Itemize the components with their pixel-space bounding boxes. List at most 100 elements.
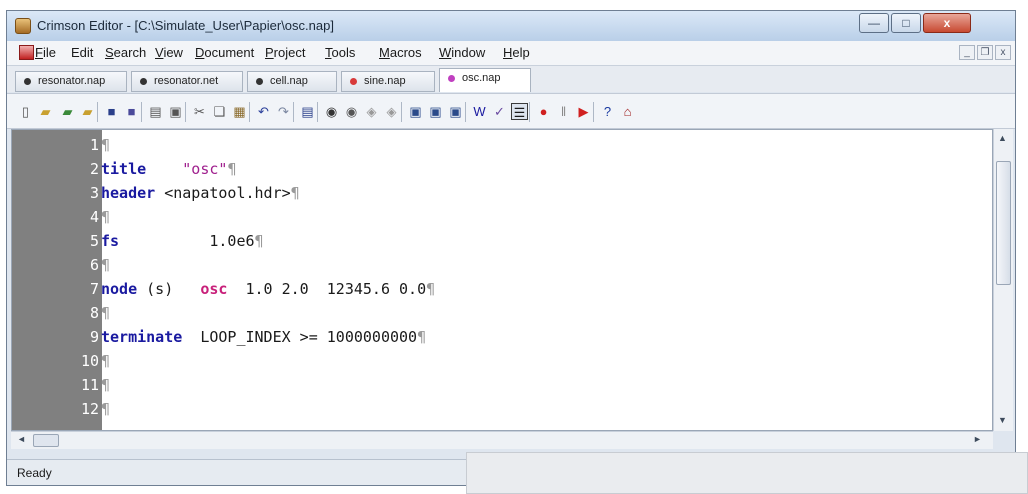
end-of-line-marker: ¶ (227, 160, 237, 178)
find-icon[interactable]: ◉ (323, 103, 340, 120)
main-toolbar: ▯ ▰ ▰ ▰ ■ ■ ▤ ▣ ✂ ❏ ▦ ↶ ↷ ▤ ◉ ◉ ◈ ◈ ▣ ▣ ▣ W ✓ ☰ ● ‖ ▶? ⌂ (7, 93, 1015, 129)
menu-item-window[interactable]: Window (439, 45, 485, 60)
line-number: 10 (80, 352, 99, 370)
keyword-token: header (101, 184, 156, 202)
replace-next-icon[interactable]: ◈ (383, 103, 400, 120)
play-macro-icon[interactable]: ▶ (575, 103, 592, 120)
menu-item-search[interactable]: Search (105, 45, 146, 60)
open-project-icon[interactable]: ▰ (79, 103, 96, 120)
crimson-editor-app-icon[interactable] (15, 18, 31, 34)
menu-item-file[interactable]: File (35, 45, 56, 60)
maximize-button[interactable]: □ (891, 13, 921, 33)
find-next-icon[interactable]: ◉ (343, 103, 360, 120)
new-file-icon[interactable]: ▯ (17, 103, 34, 120)
horizontal-scroll-thumb[interactable] (33, 434, 59, 447)
end-of-line-marker: ¶ (290, 184, 300, 202)
string-token: "osc" (182, 160, 228, 178)
code-line[interactable]: 5 fs 1.0e6¶ (12, 230, 912, 252)
mdi-close-button[interactable]: x (995, 45, 1011, 60)
undo-icon[interactable]: ↶ (255, 103, 272, 120)
code-line[interactable]: 6 ¶ (12, 254, 912, 276)
scroll-left-icon[interactable]: ◄ (17, 434, 26, 444)
code-line[interactable]: 12 ¶ (12, 398, 912, 420)
code-text: ¶ (101, 374, 110, 396)
tab-sine-nap[interactable]: sine.nap (341, 71, 435, 92)
save-all-icon[interactable]: ■ (123, 103, 140, 120)
end-of-line-marker: ¶ (101, 256, 111, 274)
vertical-scrollbar[interactable]: ▲ ▼ (993, 129, 1013, 431)
view-option2-icon[interactable]: ▣ (427, 103, 444, 120)
code-line[interactable]: 9 terminate LOOP_INDEX >= 1000000000¶ (12, 326, 912, 348)
tab-label: cell.nap (270, 75, 308, 87)
end-of-line-marker: ¶ (417, 328, 427, 346)
code-editor[interactable]: 1 ¶ 2 title "osc"¶ 3 header <napatool.hdr>¶ 4 ¶… (11, 129, 993, 431)
scroll-up-icon[interactable]: ▲ (998, 133, 1007, 143)
scroll-down-icon[interactable]: ▼ (998, 415, 1007, 425)
code-line[interactable]: 3 header <napatool.hdr>¶ (12, 182, 912, 204)
keyword-token: node (101, 280, 138, 298)
open-remote-icon[interactable]: ▰ (59, 103, 76, 120)
document-menu-icon[interactable] (19, 45, 34, 60)
scroll-right-icon[interactable]: ► (973, 434, 982, 444)
menu-item-project[interactable]: Project (265, 45, 305, 60)
menu-item-view[interactable]: View (155, 45, 183, 60)
save-icon[interactable]: ■ (103, 103, 120, 120)
code-line[interactable]: 2 title "osc"¶ (12, 158, 912, 180)
code-line[interactable]: 8 ¶ (12, 302, 912, 324)
menu-item-edit[interactable]: Edit (71, 45, 93, 60)
code-line[interactable]: 10 ¶ (12, 350, 912, 372)
tab-osc-nap[interactable]: osc.nap (439, 68, 531, 92)
keyword-token: fs (101, 232, 120, 250)
view-option3-icon[interactable]: ▣ (447, 103, 464, 120)
menu-bar: File Edit Search View Document Project Tools Ma… (7, 41, 1015, 66)
view-option1-icon[interactable]: ▣ (407, 103, 424, 120)
word-wrap-icon[interactable]: W (471, 103, 488, 120)
end-of-line-marker: ¶ (101, 352, 111, 370)
mdi-minimize-button[interactable]: _ (959, 45, 975, 60)
menu-label: elp (512, 45, 530, 60)
code-line[interactable]: 1 ¶ (12, 134, 912, 156)
menu-item-tools[interactable]: Tools (325, 45, 355, 60)
mdi-restore-button[interactable]: ❐ (977, 45, 993, 60)
line-number: 1 (89, 136, 99, 154)
toggle-output-icon[interactable]: ▤ (299, 103, 316, 120)
paste-icon[interactable]: ▦ (231, 103, 248, 120)
menu-item-help[interactable]: Help (503, 45, 530, 60)
code-line[interactable]: 7 node (s) osc 1.0 2.0 12345.6 0.0¶ (12, 278, 912, 300)
menu-item-document[interactable]: Document (195, 45, 254, 60)
help-icon[interactable]: ? (599, 103, 616, 120)
tab-resonator-nap[interactable]: resonator.nap (15, 71, 127, 92)
record-macro-icon[interactable]: ● (535, 103, 552, 120)
toolbar-separator (529, 102, 530, 122)
minimize-button[interactable]: — (859, 13, 889, 33)
keyword-token: title (101, 160, 147, 178)
copy-icon[interactable]: ❏ (211, 103, 228, 120)
print-preview-icon[interactable]: ▣ (167, 103, 184, 120)
open-folder-icon[interactable]: ▰ (37, 103, 54, 120)
redo-icon[interactable]: ↷ (275, 103, 292, 120)
overlay-panel (466, 452, 1028, 494)
title-bar[interactable]: Crimson Editor - [C:\Simulate_User\Papie… (7, 11, 1015, 41)
close-button[interactable]: x (923, 13, 971, 33)
replace-icon[interactable]: ◈ (363, 103, 380, 120)
code-line[interactable]: 4 ¶ (12, 206, 912, 228)
line-numbers-icon[interactable]: ☰ (511, 103, 528, 120)
cut-icon[interactable]: ✂ (191, 103, 208, 120)
tab-label: resonator.nap (38, 75, 106, 87)
line-number: 3 (89, 184, 99, 202)
tab-cell-nap[interactable]: cell.nap (247, 71, 337, 92)
spell-check-icon[interactable]: ✓ (491, 103, 508, 120)
pause-macro-icon[interactable]: ‖ (555, 103, 572, 120)
tab-resonator-net[interactable]: resonator.net (131, 71, 243, 92)
editor-window: Crimson Editor - [C:\Simulate_User\Papie… (6, 10, 1016, 486)
home-icon[interactable]: ⌂ (619, 103, 636, 120)
line-number: 4 (89, 208, 99, 226)
code-line[interactable]: 11 ¶ (12, 374, 912, 396)
end-of-line-marker: ¶ (101, 136, 111, 154)
print-icon[interactable]: ▤ (147, 103, 164, 120)
toolbar-separator (317, 102, 318, 122)
menu-item-macros[interactable]: Macros (379, 45, 422, 60)
file-status-icon (24, 78, 31, 85)
vertical-scroll-thumb[interactable] (996, 161, 1011, 285)
horizontal-scrollbar[interactable]: ◄ ► (11, 431, 993, 449)
